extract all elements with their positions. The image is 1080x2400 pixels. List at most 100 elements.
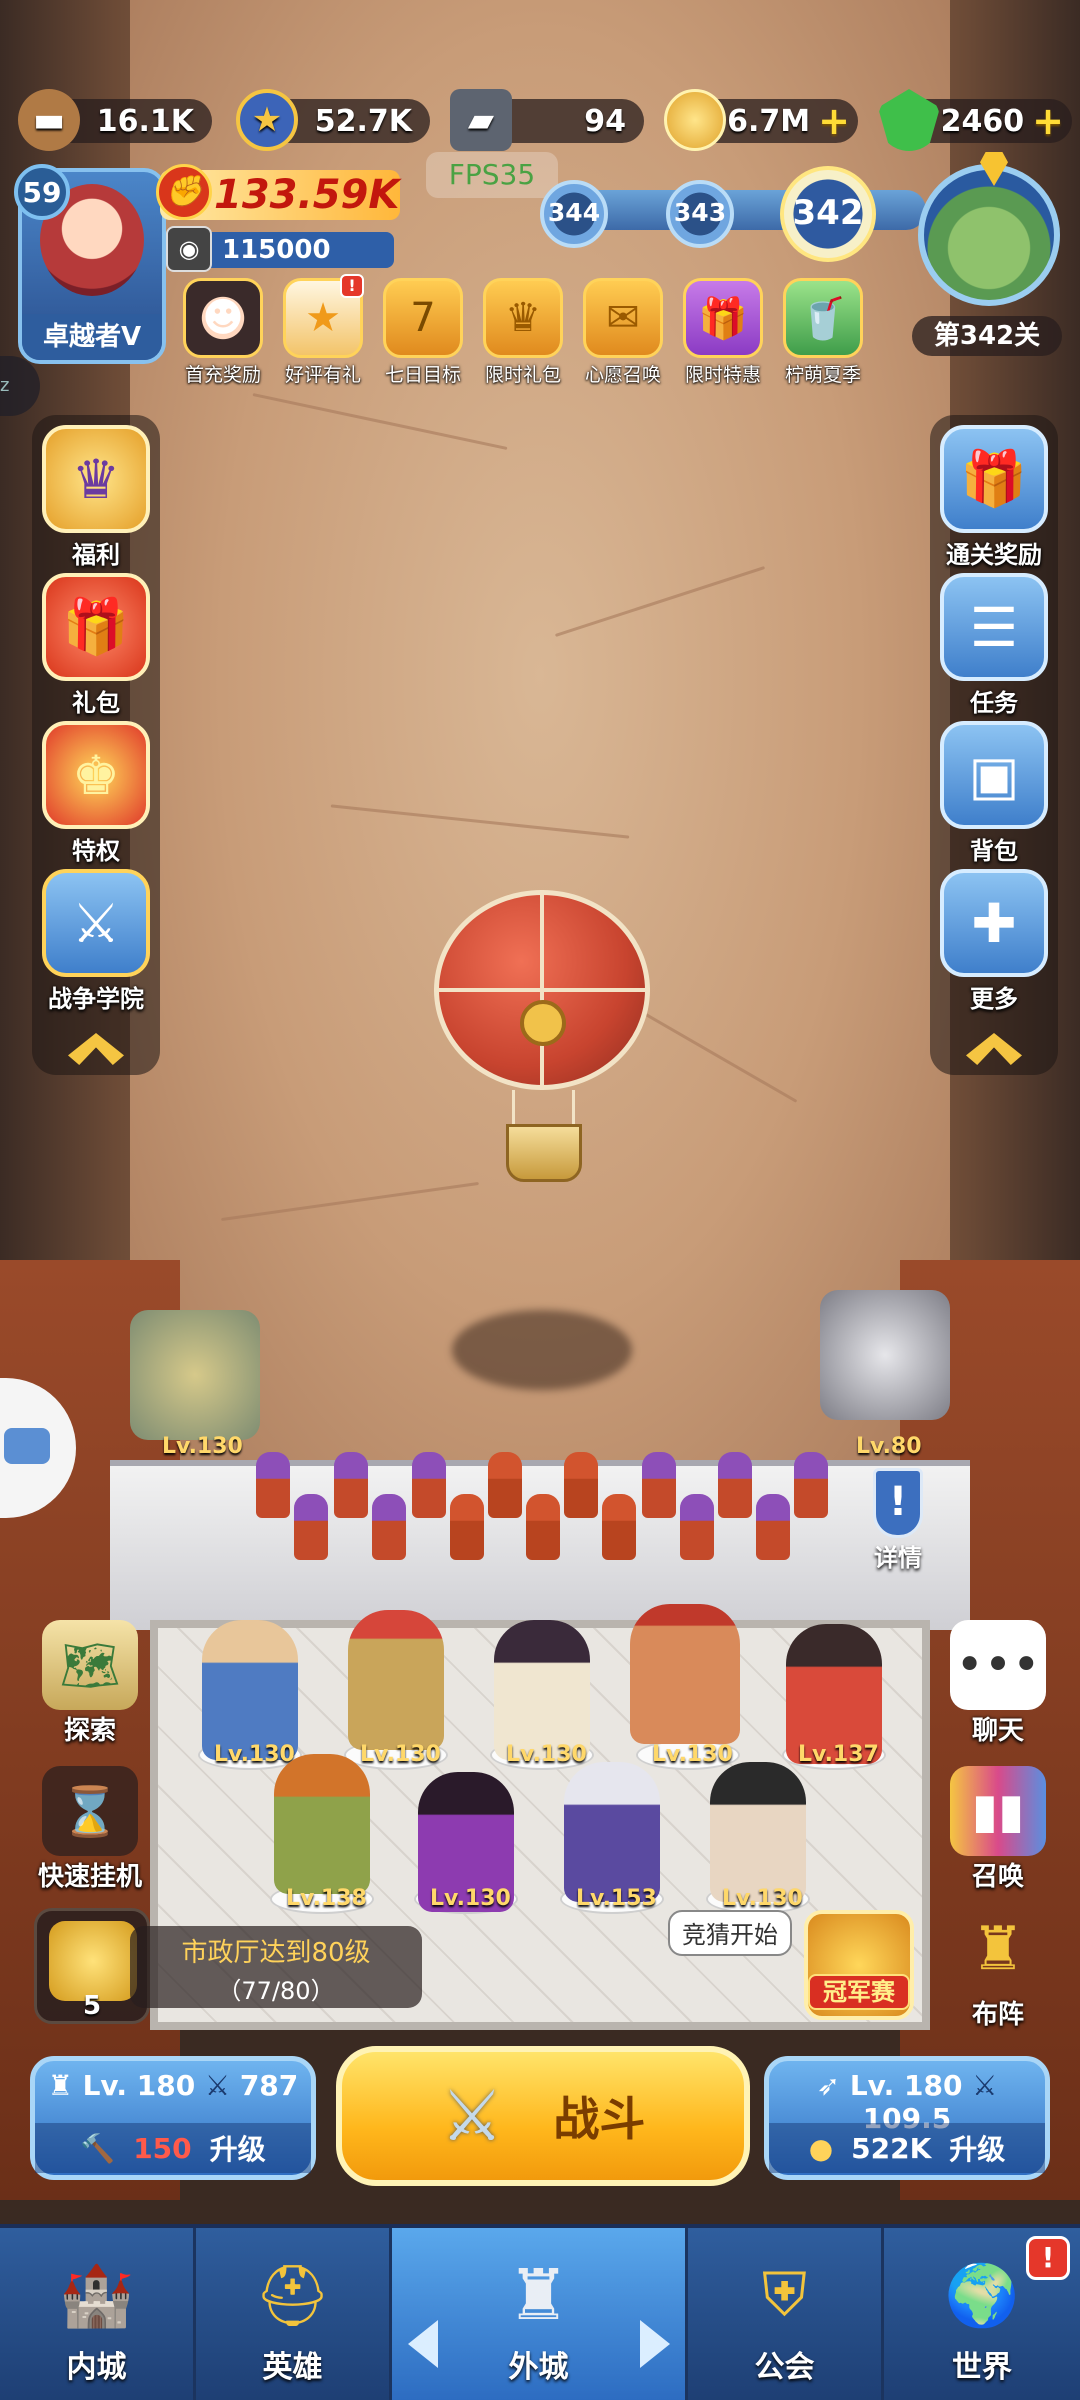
detail-button[interactable]: ! 详情 — [858, 1468, 938, 1573]
event-wish-summon[interactable]: ✉ 心愿召唤 — [576, 278, 670, 387]
soldier — [488, 1452, 522, 1518]
event-summer[interactable]: 🥤 柠萌夏季 — [776, 278, 870, 387]
hero[interactable] — [348, 1610, 444, 1750]
exclamation-banner-icon: ! — [873, 1468, 923, 1538]
gift-pack-button[interactable]: 🎁 礼包 — [32, 573, 160, 718]
hero-level: Lv.137 — [798, 1742, 879, 1767]
event-limited-sale[interactable]: 🎁 限时特惠 — [676, 278, 770, 387]
crown-chest-icon: ♛ — [483, 278, 563, 358]
wood-icon: ▬ — [18, 89, 80, 151]
event-first-recharge[interactable]: ☻ 首充奖励 — [176, 278, 270, 387]
event-seven-day[interactable]: 7 七日目标 — [376, 278, 470, 387]
resource-gem[interactable]: 2460 + — [878, 89, 1072, 151]
gift-box-icon: 🎁 — [940, 425, 1048, 533]
resource-gold[interactable]: 6.7M + — [664, 89, 858, 151]
combat-power: ✊ 133.59K — [156, 164, 400, 220]
champion-label[interactable]: 冠军赛 — [808, 1974, 910, 2010]
privilege-button[interactable]: ♚ 特权 — [32, 721, 160, 866]
task-list-icon: ☰ — [940, 573, 1048, 681]
nav-inner-city[interactable]: 🏰 内城 — [0, 2228, 196, 2400]
upgrade-action: 升级 — [209, 2133, 266, 2166]
chat-button[interactable]: ••• 聊天 — [938, 1620, 1058, 1747]
crossed-swords-shield-icon: ⚔ — [42, 869, 150, 977]
hero[interactable] — [274, 1754, 370, 1894]
guess-bubble[interactable]: 竞猜开始 — [668, 1910, 792, 1956]
castle-icon: ♜ — [47, 2069, 83, 2102]
nav-label: 公会 — [754, 2350, 815, 2385]
battle-button[interactable]: ⚔ 战斗 — [336, 2046, 750, 2186]
hero[interactable] — [494, 1620, 590, 1760]
action-label: 聊天 — [971, 1716, 1024, 1746]
battle-label: 战斗 — [553, 2092, 646, 2146]
explore-button[interactable]: 🗺 探索 — [30, 1620, 150, 1747]
hammer-icon: 🔨 — [80, 2131, 116, 2165]
event-icons-row: ☻ 首充奖励 ★ ! 好评有礼 7 七日目标 ♛ 限时礼包 ✉ 心愿召唤 🎁 限… — [176, 274, 880, 388]
upgrade-action-row[interactable]: ● 522K 升级 — [769, 2123, 1045, 2173]
upgrade-cost: 150 — [133, 2131, 192, 2165]
resource-iron: ▰ 94 — [450, 89, 644, 151]
gift-icon: 🎁 — [42, 573, 150, 681]
clear-reward-button[interactable]: 🎁 通关奖励 — [930, 425, 1058, 570]
summon-button[interactable]: ▮▮ 召唤 — [938, 1766, 1058, 1893]
backpack-button[interactable]: ▣ 背包 — [930, 721, 1058, 866]
right-upgrade-card[interactable]: ➶ Lv. 180 ⚔ 109.5 ● 522K 升级 — [764, 2056, 1050, 2180]
quick-idle-button[interactable]: ⌛ 快速挂机 — [30, 1766, 150, 1893]
welfare-button[interactable]: ♛ 福利 — [32, 425, 160, 570]
left-upgrade-card[interactable]: ♜ Lv. 180 ⚔ 787 🔨 150 升级 — [30, 2056, 316, 2180]
upgrade-level: Lv. 180 — [849, 2069, 963, 2102]
tasks-button[interactable]: ☰ 任务 — [930, 573, 1058, 718]
soldier — [564, 1452, 598, 1518]
hero[interactable] — [202, 1620, 298, 1760]
collapse-right-menu-icon[interactable] — [966, 1033, 1022, 1065]
war-academy-button[interactable]: ⚔ 战争学院 — [32, 869, 160, 1014]
camera-icon: ◉ — [166, 226, 212, 272]
resource-value: 52.7K — [314, 103, 412, 139]
chess-rook-icon: ♜ — [971, 1914, 1025, 1984]
chat-bubble-icon: ••• — [950, 1620, 1046, 1710]
iron-ingot-icon: ▰ — [450, 89, 512, 151]
more-button[interactable]: ✚ 更多 — [930, 869, 1058, 1014]
hero[interactable] — [710, 1762, 806, 1902]
nav-outer-city[interactable]: ♜ 外城 — [392, 2228, 688, 2400]
upgrade-attack: 787 — [239, 2069, 299, 2102]
event-label: 柠萌夏季 — [784, 364, 861, 386]
quest-banner[interactable]: 市政厅达到80级 （77/80） — [130, 1926, 422, 2008]
upgrade-action-row[interactable]: 🔨 150 升级 — [35, 2123, 311, 2173]
hero-level: Lv.138 — [286, 1886, 367, 1911]
nav-guild[interactable]: ⛨ 公会 — [688, 2228, 884, 2400]
event-limited-pack[interactable]: ♛ 限时礼包 — [476, 278, 570, 387]
star-coin-icon: ★ — [236, 89, 298, 151]
nav-heroes[interactable]: ⛑ 英雄 — [196, 2228, 392, 2400]
hero[interactable] — [630, 1604, 740, 1744]
upgrade-stats: ♜ Lv. 180 ⚔ 787 — [35, 2069, 311, 2102]
basket-rope — [572, 1090, 575, 1126]
menu-label: 福利 — [72, 541, 120, 569]
seven-shield-icon: 7 — [383, 278, 463, 358]
tower-level: Lv.80 — [856, 1434, 922, 1459]
action-label: 快速挂机 — [37, 1862, 142, 1892]
add-gold-button[interactable]: + — [818, 99, 850, 143]
ballista-tower[interactable] — [820, 1290, 950, 1420]
gold-coin-icon — [664, 89, 726, 151]
stage-node: 343 — [666, 180, 734, 248]
player-avatar[interactable]: 59 卓越者Ⅴ — [14, 164, 166, 364]
hero[interactable] — [564, 1762, 660, 1902]
resource-value: 94 — [584, 103, 626, 139]
action-label: 布阵 — [971, 2000, 1024, 2030]
bottom-navigation: 🏰 内城 ⛑ 英雄 ♜ 外城 ⛨ 公会 🌍 世界 — [0, 2224, 1080, 2400]
event-label: 首充奖励 — [184, 364, 261, 386]
soldier — [756, 1494, 790, 1560]
soldier — [334, 1452, 368, 1518]
world-map-button[interactable] — [918, 164, 1060, 306]
collapse-left-menu-icon[interactable] — [68, 1033, 124, 1065]
soldier — [294, 1494, 328, 1560]
add-gem-button[interactable]: + — [1032, 99, 1064, 143]
fortress-icon: ♜ — [507, 2254, 570, 2336]
balloon-shadow — [452, 1310, 632, 1390]
formation-button[interactable]: ♜ 布阵 — [938, 1904, 1058, 2031]
event-rating-gift[interactable]: ★ ! 好评有礼 — [276, 274, 370, 387]
hp-bar: ◉ 115000 — [166, 226, 394, 272]
map-sword-icon: 🗺 — [42, 1620, 138, 1710]
golem-tower[interactable] — [130, 1310, 260, 1440]
upgrade-cost: 522K — [851, 2131, 932, 2165]
